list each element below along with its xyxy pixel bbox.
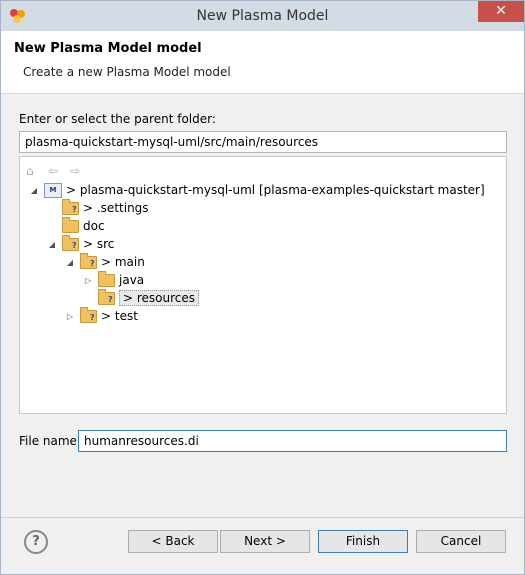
tree-item-project[interactable]: ◢ M > plasma-quickstart-mysql-uml [plasma-… [28, 181, 485, 199]
tree-item-label: > .settings [83, 201, 149, 215]
wizard-description: Create a new Plasma Model model [23, 65, 231, 79]
tree-item-java[interactable]: ▷ java [82, 271, 144, 289]
tree-item-label: > test [101, 309, 138, 323]
back-arrow-icon[interactable]: ⇦ [48, 164, 58, 178]
tree-item-src[interactable]: ◢? > src [46, 235, 114, 253]
wizard-title: New Plasma Model model [14, 41, 202, 56]
next-button[interactable]: Next > [220, 530, 310, 553]
tree-item-main[interactable]: ◢? > main [64, 253, 145, 271]
wizard-banner: New Plasma Model model Create a new Plas… [1, 31, 524, 94]
folder-tree[interactable]: ⌂ ⇦ ⇨ ◢ M > plasma-quickstart-mysql-uml [p… [19, 156, 507, 414]
dialog-window: New Plasma Model ✕ New Plasma Model mode… [0, 0, 525, 575]
back-button[interactable]: < Back [128, 530, 218, 553]
home-icon[interactable]: ⌂ [26, 164, 34, 178]
file-name-label: File name: [19, 434, 81, 448]
help-icon[interactable]: ? [24, 530, 48, 554]
folder-icon: ? [80, 253, 97, 269]
folder-icon [62, 217, 79, 233]
file-name-input[interactable]: humanresources.di [78, 430, 507, 452]
parent-folder-input[interactable]: plasma-quickstart-mysql-uml/src/main/res… [19, 131, 507, 153]
tree-item-label: java [119, 273, 145, 287]
folder-icon: ? [98, 289, 115, 305]
window-title: New Plasma Model [196, 8, 329, 24]
folder-icon [98, 271, 115, 287]
tree-item-doc[interactable]: doc [46, 217, 105, 235]
parent-folder-label: Enter or select the parent folder: [19, 112, 216, 126]
project-icon: M [44, 183, 62, 198]
tree-item-label: > main [101, 255, 145, 269]
forward-arrow-icon[interactable]: ⇨ [70, 164, 80, 178]
title-bar[interactable]: New Plasma Model ✕ [1, 1, 524, 31]
close-button[interactable]: ✕ [478, 1, 524, 22]
folder-icon: ? [62, 235, 79, 251]
expanded-triangle-icon[interactable]: ◢ [64, 254, 76, 272]
button-bar-divider [1, 517, 524, 518]
tree-item-test[interactable]: ▷? > test [64, 307, 138, 325]
tree-item-resources[interactable]: ? > resources [82, 289, 200, 307]
cancel-button[interactable]: Cancel [416, 530, 506, 553]
collapsed-triangle-icon[interactable]: ▷ [64, 308, 76, 326]
expanded-triangle-icon[interactable]: ◢ [28, 182, 40, 200]
expanded-triangle-icon[interactable]: ◢ [46, 236, 58, 254]
tree-item-label: doc [83, 219, 105, 233]
collapsed-triangle-icon[interactable]: ▷ [82, 272, 94, 290]
tree-item-label: > plasma-quickstart-mysql-uml [plasma-ex… [66, 183, 485, 197]
tree-item-label-selected: > resources [119, 290, 200, 306]
folder-icon: ? [62, 199, 79, 215]
tree-item-settings[interactable]: ? > .settings [46, 199, 149, 217]
finish-button[interactable]: Finish [318, 530, 408, 553]
tree-item-label: > src [83, 237, 115, 251]
folder-icon: ? [80, 307, 97, 323]
